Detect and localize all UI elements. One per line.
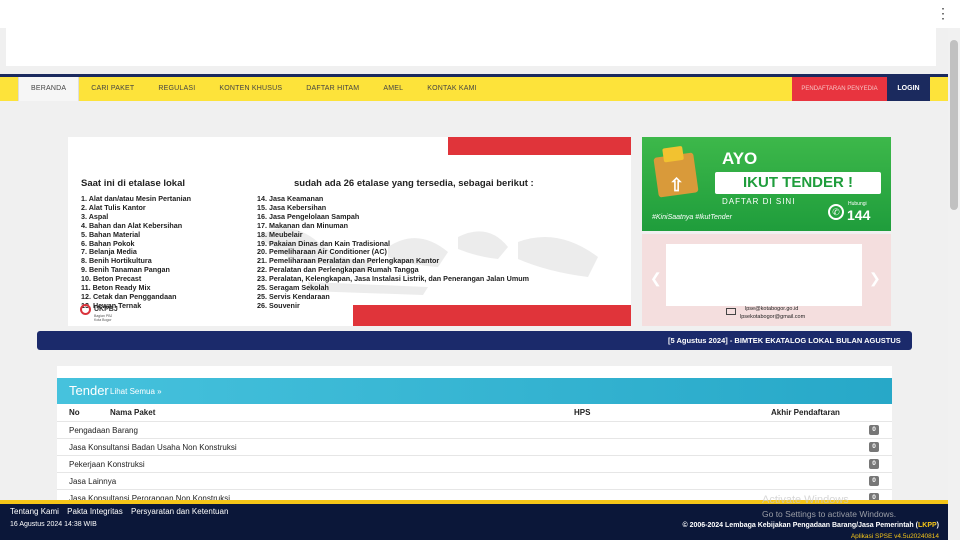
contact-email-2: lpsekotabogor@gmail.com xyxy=(740,314,806,320)
tender-title: Tender xyxy=(69,383,109,398)
banner-red-accent-bottom xyxy=(353,305,631,326)
nav-amel[interactable]: AMEL xyxy=(371,77,415,101)
mail-icon xyxy=(726,308,736,315)
tender-table-header: No Nama Paket HPS Akhir Pendaftaran xyxy=(57,406,892,420)
table-row[interactable]: Jasa Konsultansi Badan Usaha Non Konstru… xyxy=(57,438,892,455)
more-options-icon[interactable]: ⋮ xyxy=(936,5,950,21)
ukpbj-logo-subtitle: Bagian PBJ Kota Bogor xyxy=(94,314,113,322)
login-button[interactable]: LOGIN xyxy=(887,77,930,101)
banner-heading-2: sudah ada 26 etalase yang tersedia, seba… xyxy=(294,178,534,189)
row-name: Pengadaan Barang xyxy=(69,426,138,435)
ikut-tender-promo[interactable]: ⇧ AYO IKUT TENDER ! DAFTAR DI SINI #Kini… xyxy=(642,137,891,231)
column-no: No xyxy=(69,408,80,417)
ukpbj-logo: UKPBJ Bagian PBJ Kota Bogor xyxy=(80,304,118,322)
etalase-list-1: 1. Alat dan/atau Mesin Pertanian 2. Alat… xyxy=(81,194,191,311)
table-row[interactable]: Pekerjaan Konstruksi 0 xyxy=(57,455,892,472)
nav-cari-paket[interactable]: CARI PAKET xyxy=(79,77,146,101)
browser-top-strip: ⋮ xyxy=(0,0,960,28)
announcement-marquee[interactable]: [5 Agustus 2024] - BIMTEK EKATALOG LOKAL… xyxy=(37,331,912,350)
column-name: Nama Paket xyxy=(110,408,156,417)
nav-daftar-hitam[interactable]: DAFTAR HITAM xyxy=(294,77,371,101)
carousel-next-icon[interactable]: ❯ xyxy=(869,270,881,287)
row-name: Jasa Konsultansi Badan Usaha Non Konstru… xyxy=(69,443,237,452)
header-blank-area xyxy=(6,28,936,66)
main-nav: BERANDA CARI PAKET REGULASI KONTEN KHUSU… xyxy=(0,77,948,101)
nav-konten-khusus[interactable]: KONTEN KHUSUS xyxy=(207,77,294,101)
table-row[interactable]: Jasa Lainnya 0 xyxy=(57,472,892,489)
nav-kontak-kami[interactable]: KONTAK KAMI xyxy=(415,77,489,101)
contact-email-1: lpse@kotabogor.go.id xyxy=(745,306,799,312)
footer-links: Tentang Kami Pakta Integritas Persyarata… xyxy=(10,507,234,516)
nav-beranda[interactable]: BERANDA xyxy=(18,77,80,101)
tender-panel-header: Tender Lihat Semua » xyxy=(57,378,892,404)
ukpbj-logo-text: UKPBJ xyxy=(94,306,118,313)
arrow-up-icon: ⇧ xyxy=(669,175,685,195)
promo-daftar: DAFTAR DI SINI xyxy=(722,197,796,206)
footer-link-tentang[interactable]: Tentang Kami xyxy=(10,507,59,516)
count-badge: 0 xyxy=(869,425,879,435)
footer-link-pakta[interactable]: Pakta Integritas xyxy=(67,507,123,516)
contact-carousel[interactable]: ❮ ❯ lpse@kotabogor.go.id lpsekotabogor@g… xyxy=(642,234,891,326)
tender-panel: Tender Lihat Semua » No Nama Paket HPS A… xyxy=(57,366,892,503)
banner-heading: Saat ini di etalase lokal xyxy=(81,178,186,189)
banner-red-accent-top xyxy=(448,137,631,155)
column-end: Akhir Pendaftaran xyxy=(771,408,840,417)
count-badge: 0 xyxy=(869,459,879,469)
count-badge: 0 xyxy=(869,476,879,486)
etalase-list-2: 14. Jasa Keamanan 15. Jasa Kebersihan 16… xyxy=(257,194,529,311)
carousel-prev-icon[interactable]: ❮ xyxy=(650,270,662,287)
phone-icon: ✆ xyxy=(828,204,844,220)
row-name: Pekerjaan Konstruksi xyxy=(69,460,145,469)
column-hps: HPS xyxy=(574,408,591,417)
copyright-end: ) xyxy=(936,522,939,529)
activate-windows-title: Activate Windows xyxy=(762,494,849,506)
announcement-text: [5 Agustus 2024] - BIMTEK EKATALOG LOKAL… xyxy=(668,336,901,345)
footer-date: 16 Agustus 2024 14:38 WIB xyxy=(10,521,97,528)
lkpp-link[interactable]: LKPP xyxy=(918,522,937,529)
carousel-slide xyxy=(666,244,862,306)
row-name: Jasa Lainnya xyxy=(69,477,117,486)
footer-link-persyaratan[interactable]: Persyaratan dan Ketentuan xyxy=(131,507,228,516)
tender-see-all-link[interactable]: Lihat Semua » xyxy=(110,387,162,396)
scrollbar-thumb[interactable] xyxy=(950,40,958,210)
register-provider-button[interactable]: PENDAFTARAN PENYEDIA xyxy=(792,77,887,101)
promo-phone-number: 144 xyxy=(847,207,871,223)
copyright-text: © 2006-2024 Lembaga Kebijakan Pengadaan … xyxy=(682,522,918,529)
nav-regulasi[interactable]: REGULASI xyxy=(146,77,207,101)
count-badge: 0 xyxy=(869,442,879,452)
activate-windows-subtitle: Go to Settings to activate Windows. xyxy=(762,509,897,519)
footer-copyright: © 2006-2024 Lembaga Kebijakan Pengadaan … xyxy=(683,522,940,529)
etalase-banner[interactable]: Saat ini di etalase lokal sudah ada 26 e… xyxy=(68,137,631,326)
promo-ikut-tender: IKUT TENDER ! xyxy=(715,172,881,194)
app-version: Aplikasi SPSE v4.5u20240814 xyxy=(850,533,939,540)
table-row[interactable]: Pengadaan Barang 0 xyxy=(57,421,892,438)
promo-ayo: AYO xyxy=(722,149,758,168)
ukpbj-logo-icon xyxy=(80,304,91,315)
promo-hashtags: #KiniSaatnya #IkutTender xyxy=(652,214,732,221)
